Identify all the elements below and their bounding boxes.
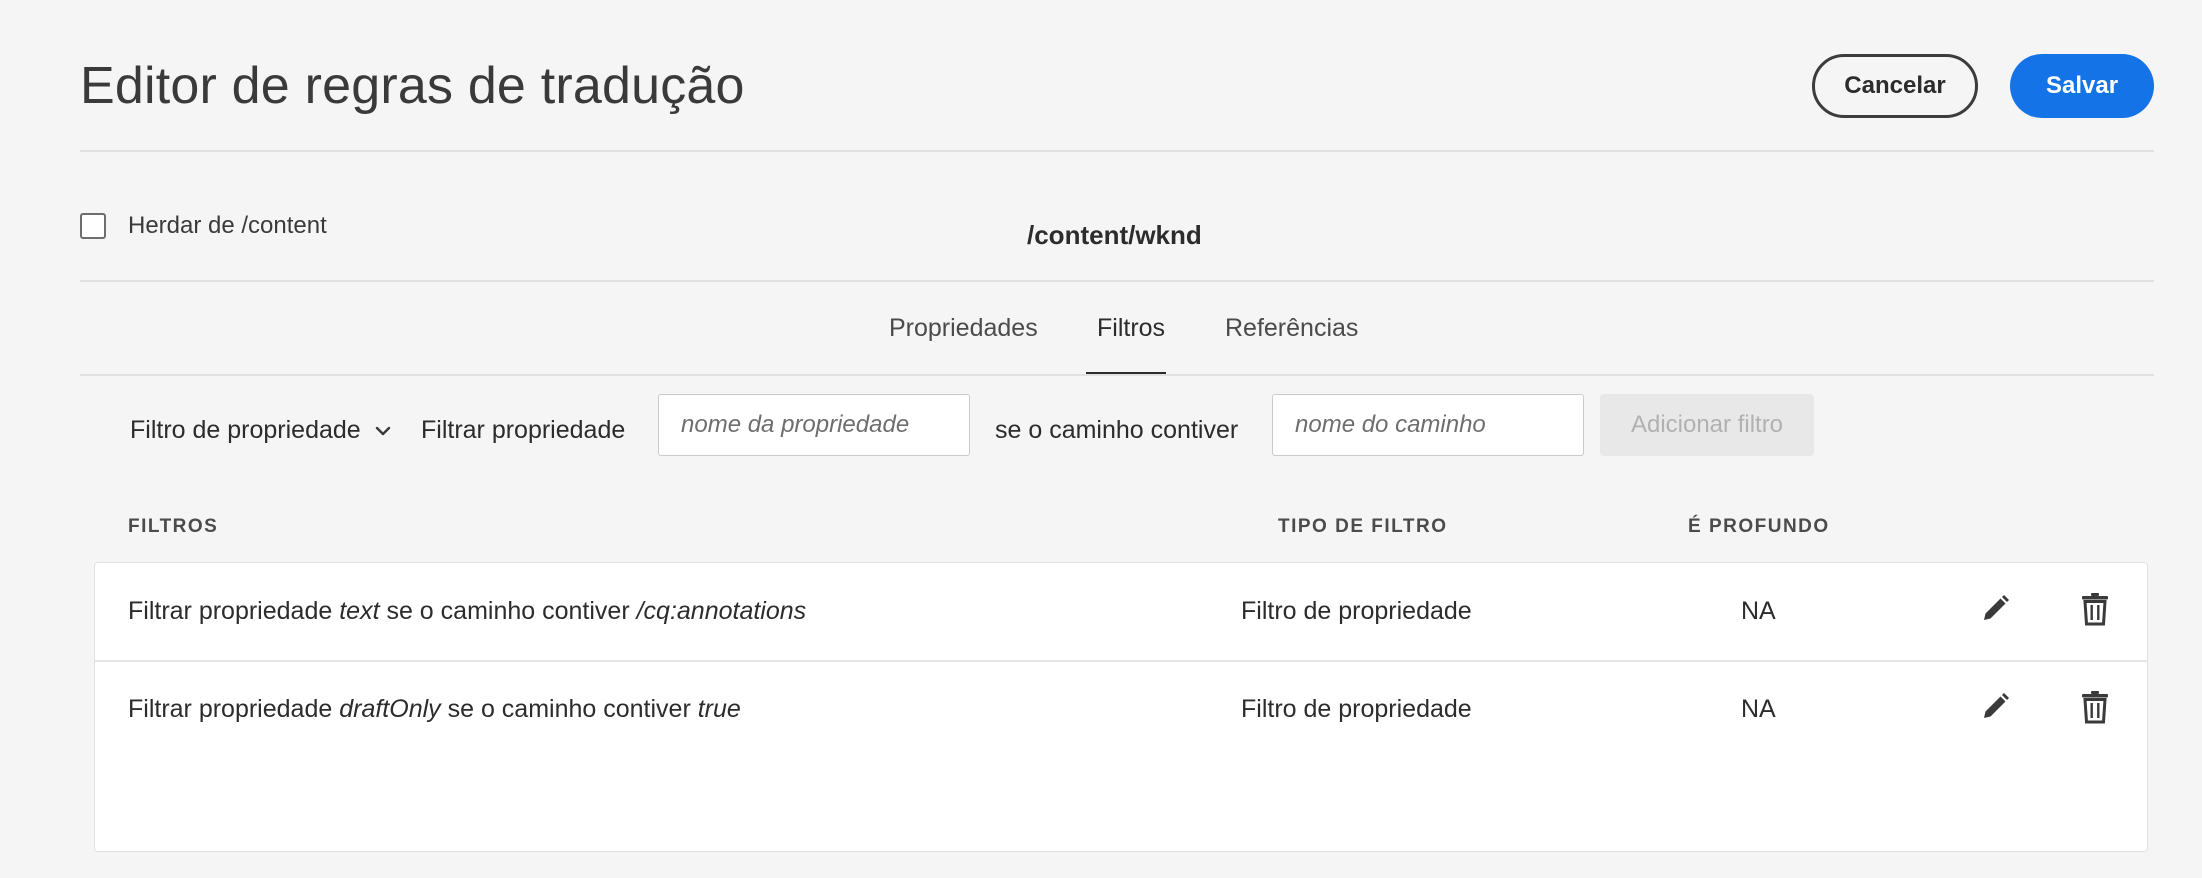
column-header-filter-type: TIPO DE FILTRO — [1278, 516, 1448, 537]
trash-icon[interactable] — [2075, 589, 2115, 629]
filter-is-deep: NA — [1741, 695, 1776, 723]
filter-type: Filtro de propriedade — [1241, 695, 1472, 723]
translation-rules-editor: Editor de regras de tradução Cancelar Sa… — [0, 0, 2202, 878]
filter-type-dropdown[interactable]: Filtro de propriedade — [130, 416, 391, 445]
pencil-icon[interactable] — [1975, 589, 2015, 629]
inherit-label: Herdar de /content — [128, 212, 327, 239]
filter-property-label: Filtrar propriedade — [421, 416, 626, 444]
if-path-contains-label: se o caminho contiver — [995, 416, 1239, 444]
filter-property-name: draftOnly — [339, 695, 441, 723]
header-divider — [80, 150, 2154, 152]
filter-path: /cq:annotations — [636, 597, 807, 625]
table-row: Filtrar propriedade draftOnly se o camin… — [95, 661, 2147, 759]
property-name-input[interactable] — [658, 394, 970, 456]
inherit-checkbox[interactable] — [80, 213, 106, 239]
add-filter-button[interactable]: Adicionar filtro — [1600, 394, 1814, 456]
content-path: /content/wknd — [1027, 220, 1202, 250]
tab-properties[interactable]: Propriedades — [889, 314, 1038, 343]
filter-type: Filtro de propriedade — [1241, 597, 1472, 625]
pencil-icon[interactable] — [1975, 687, 2015, 727]
filter-description: Filtrar propriedade text se o caminho co… — [128, 597, 807, 625]
save-button[interactable]: Salvar — [2010, 54, 2154, 118]
column-header-filters: FILTROS — [128, 516, 219, 537]
filter-builder: Filtro de propriedade Filtrar propriedad… — [0, 394, 2202, 460]
inherit-checkbox-row[interactable]: Herdar de /content — [80, 212, 327, 240]
filters-table: Filtrar propriedade text se o caminho co… — [94, 562, 2148, 852]
tab-references[interactable]: Referências — [1225, 314, 1358, 343]
tab-bar: Propriedades Filtros Referências — [0, 314, 2202, 378]
path-divider — [80, 280, 2154, 282]
tab-filters[interactable]: Filtros — [1097, 314, 1165, 343]
trash-icon[interactable] — [2075, 687, 2115, 727]
page-title: Editor de regras de tradução — [80, 57, 745, 115]
chevron-down-icon — [375, 426, 390, 435]
filter-path: true — [697, 695, 741, 723]
table-row: Filtrar propriedade text se o caminho co… — [95, 563, 2147, 662]
filter-description: Filtrar propriedade draftOnly se o camin… — [128, 695, 741, 723]
cancel-button[interactable]: Cancelar — [1812, 54, 1978, 118]
filter-type-value: Filtro de propriedade — [130, 416, 361, 444]
filter-property-name: text — [339, 597, 380, 625]
tabs-divider — [80, 374, 2154, 376]
filter-is-deep: NA — [1741, 597, 1776, 625]
path-name-input[interactable] — [1272, 394, 1584, 456]
column-header-is-deep: É PROFUNDO — [1688, 516, 1830, 537]
